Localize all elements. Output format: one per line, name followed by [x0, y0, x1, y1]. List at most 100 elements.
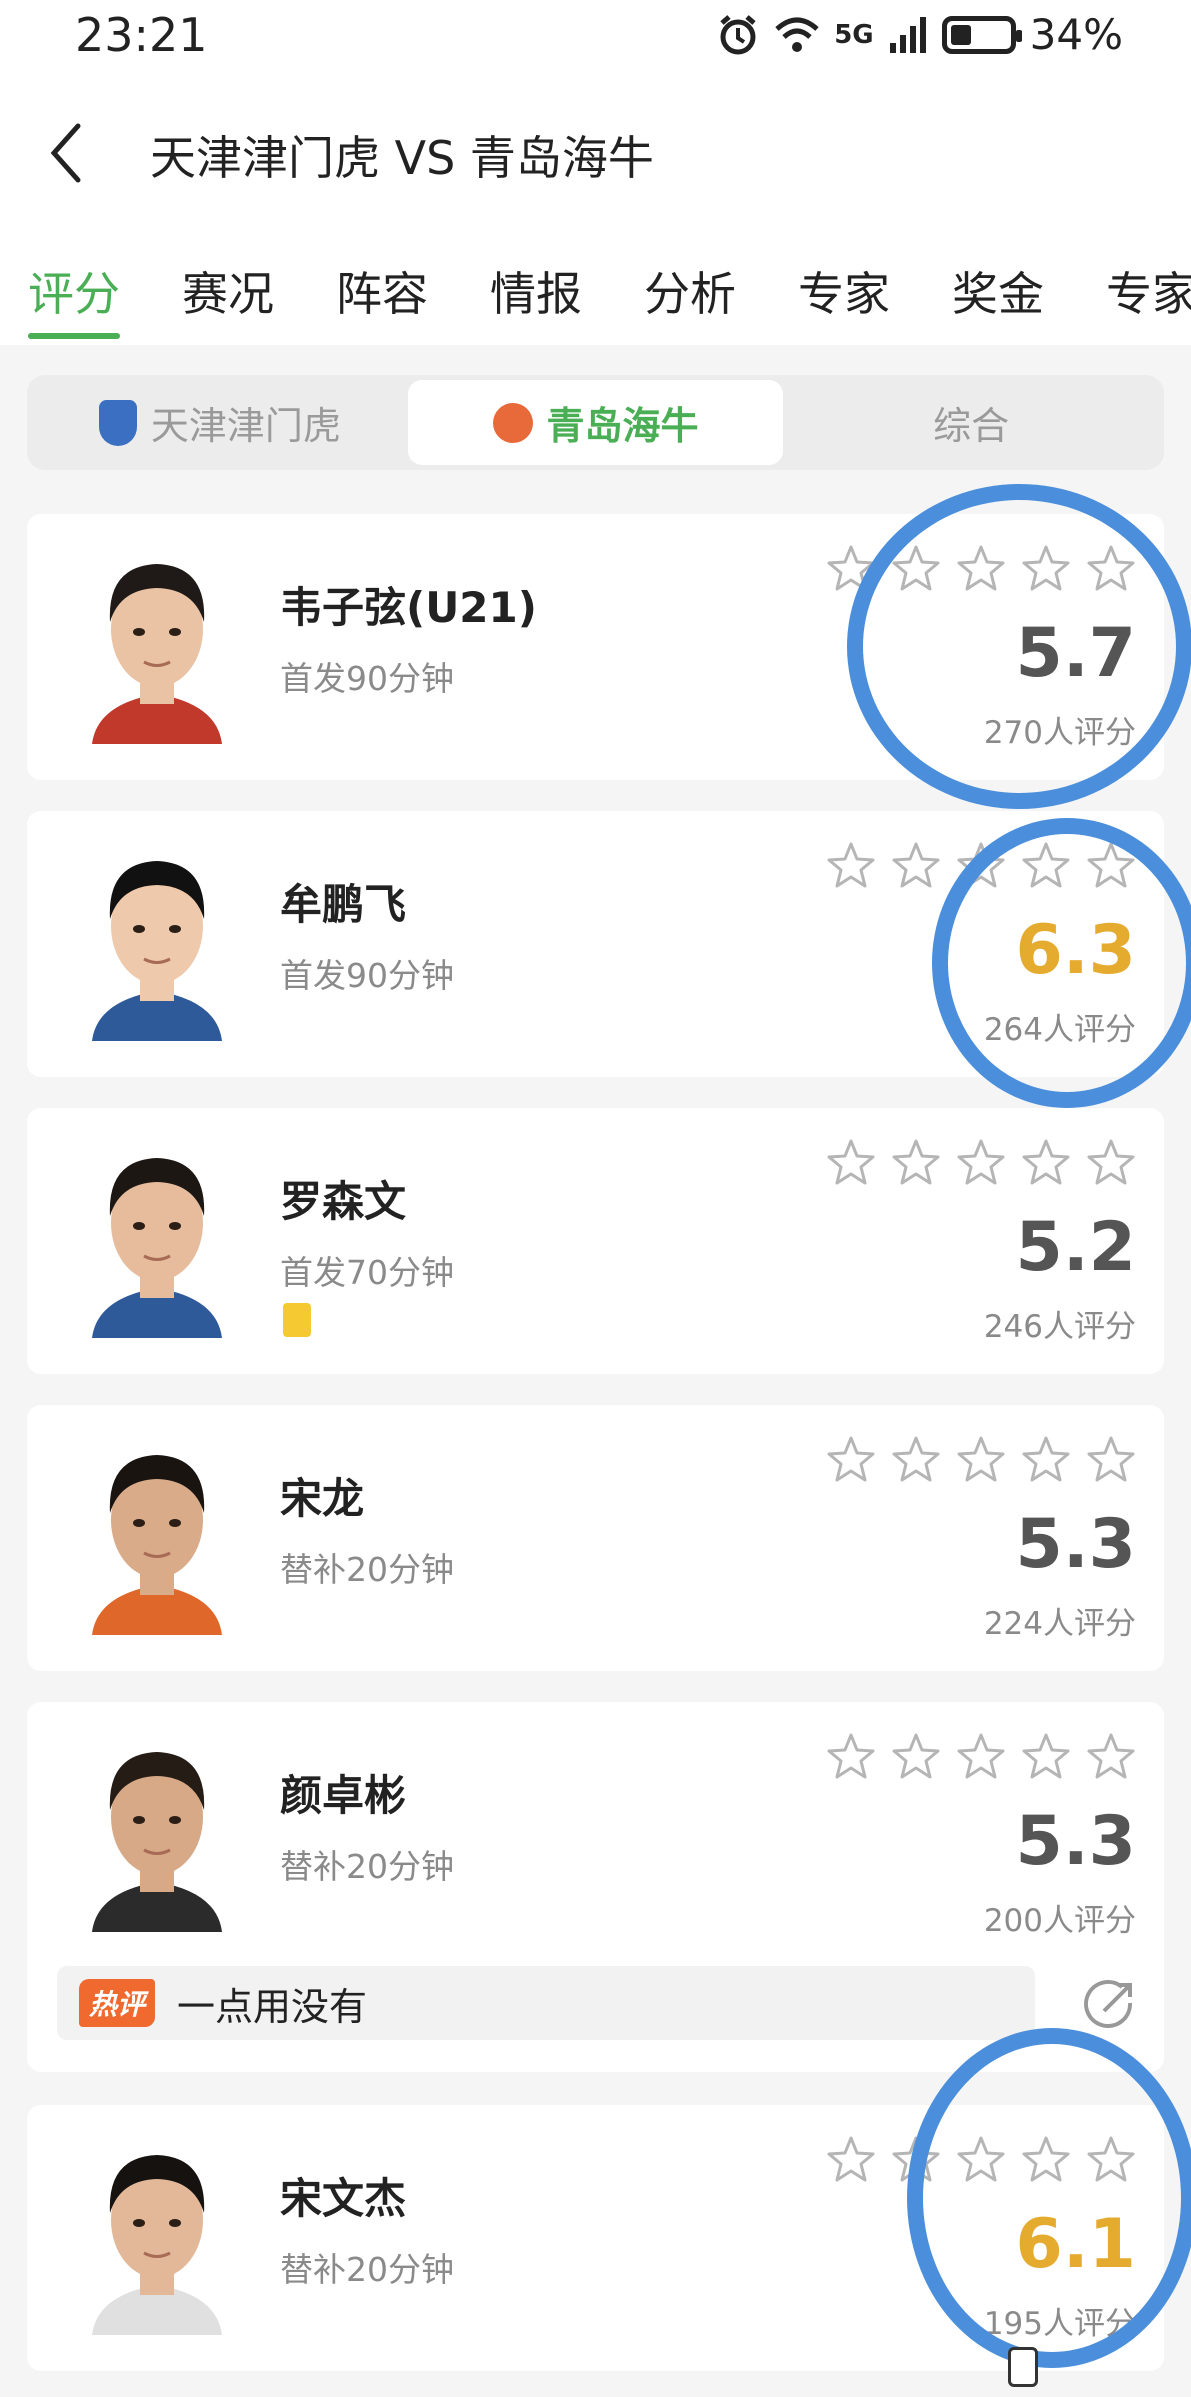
- star-icon[interactable]: [956, 1435, 1006, 1485]
- rating-stars: [826, 1732, 1136, 1782]
- rater-count: 195人评分: [983, 2306, 1136, 2342]
- status-time: 23:21: [75, 8, 208, 62]
- tab-special[interactable]: 专家: [1106, 240, 1191, 345]
- player-card[interactable]: 颜卓彬替补20分钟 5.3 200人评分热评 一点用没有: [27, 1702, 1164, 2072]
- status-icons: 5G 34%: [716, 10, 1123, 59]
- team-logo-icon: [98, 399, 137, 446]
- rater-count: 224人评分: [983, 1606, 1136, 1642]
- rating-stars: [826, 841, 1136, 891]
- star-icon[interactable]: [891, 544, 941, 594]
- star-icon[interactable]: [1021, 1138, 1071, 1188]
- star-icon[interactable]: [1086, 841, 1136, 891]
- segment-qingdao[interactable]: 青岛海牛: [407, 380, 784, 465]
- star-icon[interactable]: [956, 1732, 1006, 1782]
- player-name: 颜卓彬: [280, 1771, 407, 1820]
- star-icon[interactable]: [1021, 1435, 1071, 1485]
- tab-match-status[interactable]: 赛况: [182, 240, 274, 345]
- player-minutes: 替补20分钟: [280, 2250, 454, 2289]
- star-icon[interactable]: [1086, 544, 1136, 594]
- feedback-icon[interactable]: [1008, 2347, 1038, 2387]
- star-icon[interactable]: [891, 1138, 941, 1188]
- player-score: 5.3: [1015, 1802, 1136, 1881]
- player-score: 6.3: [1015, 911, 1136, 990]
- player-name: 韦子弦(U21): [280, 583, 537, 632]
- network-type: 5G: [834, 19, 874, 50]
- star-icon[interactable]: [891, 841, 941, 891]
- star-icon[interactable]: [1021, 2135, 1071, 2185]
- star-icon[interactable]: [956, 841, 1006, 891]
- star-icon[interactable]: [826, 1138, 876, 1188]
- star-icon[interactable]: [956, 2135, 1006, 2185]
- rater-count: 246人评分: [983, 1309, 1136, 1345]
- segment-label: 综合: [933, 404, 1010, 448]
- rating-stars: [826, 544, 1136, 594]
- player-avatar: [92, 861, 222, 1041]
- star-icon[interactable]: [956, 544, 1006, 594]
- player-avatar: [92, 2155, 222, 2335]
- player-card[interactable]: 牟鹏飞 首发90分钟 6.3 264人评分: [27, 811, 1164, 1077]
- segment-overall[interactable]: 综合: [783, 380, 1159, 465]
- star-icon[interactable]: [1086, 1138, 1136, 1188]
- player-card[interactable]: 罗森文 首发70分钟 5.2 246人评分: [27, 1108, 1164, 1374]
- player-card[interactable]: 宋龙替补20分钟 5.3 224人评分: [27, 1405, 1164, 1671]
- hot-comment-tag: 热评: [79, 1979, 156, 2027]
- star-icon[interactable]: [1021, 1732, 1071, 1782]
- player-name: 牟鹏飞: [280, 880, 407, 929]
- tab-lineup[interactable]: 阵容: [336, 240, 428, 345]
- player-name: 宋龙: [280, 1474, 365, 1523]
- player-minutes: 替补20分钟: [280, 1847, 454, 1886]
- team-logo-icon: [492, 402, 533, 443]
- player-avatar: [92, 1752, 222, 1932]
- rating-stars: [826, 1138, 1136, 1188]
- star-icon[interactable]: [826, 1435, 876, 1485]
- star-icon[interactable]: [826, 2135, 876, 2185]
- segment-tianjin[interactable]: 天津津门虎: [32, 380, 408, 465]
- star-icon[interactable]: [1086, 1732, 1136, 1782]
- alarm-icon: [720, 14, 756, 54]
- rater-count: 270人评分: [983, 715, 1136, 751]
- player-score: 5.3: [1015, 1505, 1136, 1584]
- tab-rating[interactable]: 评分: [28, 240, 120, 345]
- player-name: 宋文杰: [280, 2174, 407, 2223]
- wifi-icon: [775, 17, 819, 52]
- rater-count: 264人评分: [983, 1012, 1136, 1048]
- tab-experts[interactable]: 专家: [798, 240, 890, 345]
- star-icon[interactable]: [1086, 1435, 1136, 1485]
- star-icon[interactable]: [1021, 841, 1071, 891]
- segment-label: 天津津门虎: [150, 404, 341, 448]
- header: 天津津门虎 VS 青岛海牛: [0, 100, 1191, 210]
- player-minutes: 首发90分钟: [280, 659, 454, 698]
- star-icon[interactable]: [1021, 544, 1071, 594]
- star-icon[interactable]: [1086, 2135, 1136, 2185]
- team-segment-control: 天津津门虎 青岛海牛 综合: [27, 375, 1164, 470]
- hot-comment[interactable]: 热评 一点用没有: [57, 1966, 1035, 2040]
- star-icon[interactable]: [956, 1138, 1006, 1188]
- player-score: 5.7: [1015, 614, 1136, 693]
- chevron-left-icon[interactable]: [40, 118, 100, 188]
- star-icon[interactable]: [826, 841, 876, 891]
- rating-stars: [826, 2135, 1136, 2185]
- player-avatar: [92, 1455, 222, 1635]
- segment-label: 青岛海牛: [546, 404, 699, 448]
- star-icon[interactable]: [891, 1732, 941, 1782]
- tab-prize[interactable]: 奖金: [952, 240, 1044, 345]
- signal-icon: [889, 16, 926, 53]
- star-icon[interactable]: [826, 544, 876, 594]
- star-icon[interactable]: [891, 2135, 941, 2185]
- yellow-card-icon: [283, 1303, 311, 1337]
- star-icon[interactable]: [891, 1435, 941, 1485]
- star-icon[interactable]: [826, 1732, 876, 1782]
- tab-analysis[interactable]: 分析: [644, 240, 736, 345]
- share-icon[interactable]: [1082, 1977, 1138, 2033]
- player-card[interactable]: 宋文杰 替补20分钟 6.1 195人评分: [27, 2105, 1164, 2371]
- rater-count: 200人评分: [983, 1903, 1136, 1939]
- battery-icon: [941, 15, 1022, 54]
- player-avatar: [92, 1158, 222, 1338]
- tab-intel[interactable]: 情报: [490, 240, 582, 345]
- player-minutes: 替补20分钟: [280, 1550, 454, 1589]
- status-bar: 23:21 5G 34%: [0, 0, 1191, 80]
- main-tabs: 评分 赛况 阵容 情报 分析 专家 奖金 专家: [0, 240, 1191, 345]
- player-avatar: [92, 564, 222, 744]
- player-card[interactable]: 韦子弦(U21) 首发90分钟 5.7 270人评分: [27, 514, 1164, 780]
- page-title: 天津津门虎 VS 青岛海牛: [150, 131, 654, 185]
